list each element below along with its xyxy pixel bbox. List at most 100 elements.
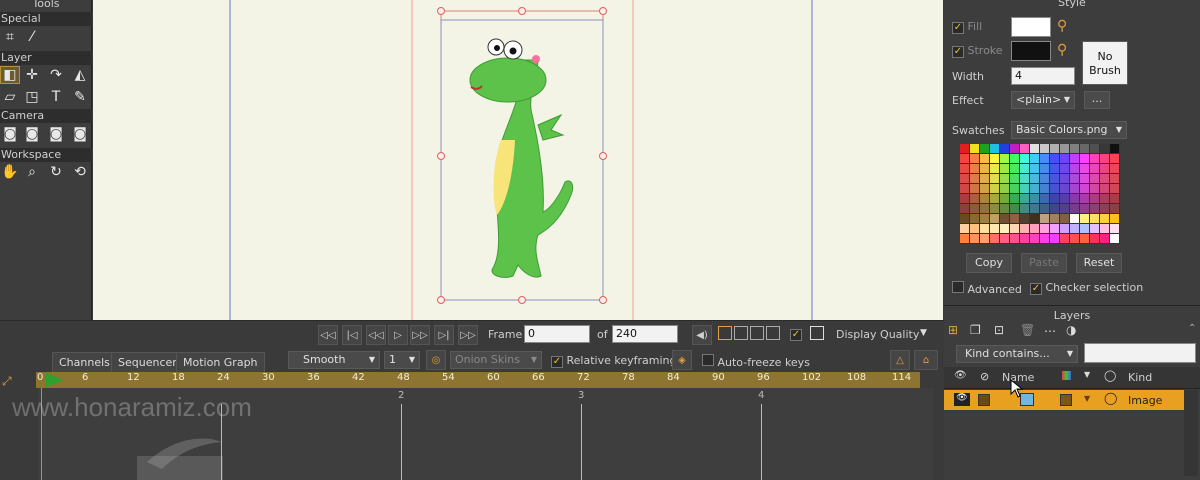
relative-keyframing-checkbox[interactable]: ✓ xyxy=(551,355,563,368)
swatch[interactable] xyxy=(1020,154,1030,164)
swatch[interactable] xyxy=(1050,164,1060,174)
swatch[interactable] xyxy=(1080,234,1090,244)
swatch[interactable] xyxy=(1010,174,1020,184)
swatch[interactable] xyxy=(970,194,980,204)
swatch[interactable] xyxy=(1020,184,1030,194)
swatch[interactable] xyxy=(1060,164,1070,174)
dragon-image[interactable] xyxy=(469,38,574,278)
transform-layer-tool-icon[interactable]: ◧ xyxy=(0,66,20,84)
swatch[interactable] xyxy=(980,234,990,244)
camera-track-icon[interactable]: ◙ xyxy=(0,125,20,143)
tab-sequencer[interactable]: Sequencer xyxy=(111,352,184,372)
swatch[interactable] xyxy=(1110,214,1120,224)
swatch[interactable] xyxy=(970,164,980,174)
swatch[interactable] xyxy=(990,184,1000,194)
swatch[interactable] xyxy=(1060,194,1070,204)
swatch[interactable] xyxy=(1090,224,1100,234)
swatch[interactable] xyxy=(1040,224,1050,234)
render-toggle-icon[interactable] xyxy=(978,394,990,406)
swatch[interactable] xyxy=(1010,204,1020,214)
swatch[interactable] xyxy=(1080,224,1090,234)
swatch[interactable] xyxy=(1110,194,1120,204)
swatch[interactable] xyxy=(1040,144,1050,154)
effect-select[interactable]: <plain> ▼ xyxy=(1011,91,1075,109)
swatch[interactable] xyxy=(1110,184,1120,194)
swatch[interactable] xyxy=(1000,224,1010,234)
swatch[interactable] xyxy=(1070,154,1080,164)
swatch[interactable] xyxy=(960,234,970,244)
duplicate-layer-icon[interactable]: ❐ xyxy=(970,323,981,337)
swatch[interactable] xyxy=(980,194,990,204)
swatch[interactable] xyxy=(1090,184,1100,194)
swatch[interactable] xyxy=(1060,214,1070,224)
swatch[interactable] xyxy=(1030,204,1040,214)
eyedropper-tool-icon[interactable]: ✎ xyxy=(70,88,90,106)
swatch[interactable] xyxy=(1110,234,1120,244)
swatch[interactable] xyxy=(1110,174,1120,184)
swatch[interactable] xyxy=(980,174,990,184)
swatch[interactable] xyxy=(1090,164,1100,174)
camera-pan-icon[interactable]: ◙ xyxy=(70,125,90,143)
swatch[interactable] xyxy=(1030,144,1040,154)
swatch[interactable] xyxy=(990,194,1000,204)
swatch[interactable] xyxy=(970,184,980,194)
swatch[interactable] xyxy=(1060,154,1070,164)
camera-zoom-icon[interactable]: ◙ xyxy=(22,125,42,143)
swatch[interactable] xyxy=(980,164,990,174)
swatch[interactable] xyxy=(1000,174,1010,184)
expand-up-icon[interactable]: △ xyxy=(890,350,910,370)
swatch[interactable] xyxy=(1100,154,1110,164)
swatch[interactable] xyxy=(1070,234,1080,244)
swatch[interactable] xyxy=(1040,154,1050,164)
swatch[interactable] xyxy=(1030,174,1040,184)
swatch[interactable] xyxy=(1090,194,1100,204)
quad-view-icon[interactable] xyxy=(766,326,780,340)
swatch[interactable] xyxy=(1080,214,1090,224)
swatch[interactable] xyxy=(1030,234,1040,244)
swatch[interactable] xyxy=(1100,224,1110,234)
swatch[interactable] xyxy=(1080,204,1090,214)
layer-row[interactable]: 👁 ▼ ◯ Image xyxy=(944,390,1184,410)
step-back-button[interactable]: ◁◁ xyxy=(366,325,386,345)
swatch[interactable] xyxy=(1070,164,1080,174)
swatch[interactable] xyxy=(1010,164,1020,174)
swatch[interactable] xyxy=(1050,144,1060,154)
swatch[interactable] xyxy=(1090,174,1100,184)
swatch[interactable] xyxy=(990,154,1000,164)
swatch[interactable] xyxy=(970,174,980,184)
first-frame-button[interactable]: |◁ xyxy=(342,325,362,345)
layer-comp-icon[interactable]: ◑ xyxy=(1066,323,1076,337)
swatch[interactable] xyxy=(1020,234,1030,244)
fill-checkbox[interactable]: ✓ xyxy=(952,21,964,34)
swatch[interactable] xyxy=(980,214,990,224)
swatch[interactable] xyxy=(1000,144,1010,154)
rotate-workspace-icon[interactable]: ↻ xyxy=(46,163,66,181)
swatch[interactable] xyxy=(1100,234,1110,244)
swatch[interactable] xyxy=(1040,164,1050,174)
swatch[interactable] xyxy=(1110,204,1120,214)
onion-skins-select[interactable]: Onion Skins ▼ xyxy=(450,351,542,369)
swatch[interactable] xyxy=(960,154,970,164)
swatch[interactable] xyxy=(970,204,980,214)
swatch[interactable] xyxy=(1040,174,1050,184)
timeline-ruler[interactable]: 0 6 12 18 24 30 36 42 48 54 60 66 72 78 84 90 96 102 108 11… xyxy=(36,372,920,388)
perspective-tool-icon[interactable]: ◳ xyxy=(22,88,42,106)
swatch[interactable] xyxy=(960,204,970,214)
swatch[interactable] xyxy=(1060,144,1070,154)
chevron-down-icon[interactable]: ▼ xyxy=(1084,394,1090,403)
swatch[interactable] xyxy=(1020,194,1030,204)
swatch[interactable] xyxy=(1050,234,1060,244)
swatch[interactable] xyxy=(970,214,980,224)
swatch[interactable] xyxy=(1100,204,1110,214)
swatch[interactable] xyxy=(1030,164,1040,174)
swatch[interactable] xyxy=(1050,204,1060,214)
swatch[interactable] xyxy=(1110,154,1120,164)
swatch[interactable] xyxy=(1090,214,1100,224)
swatch-palette[interactable] xyxy=(960,144,1126,244)
quality-checkbox[interactable]: ✓ xyxy=(790,328,802,341)
swatch[interactable] xyxy=(1030,154,1040,164)
swatch[interactable] xyxy=(980,224,990,234)
hand-icon[interactable]: ✋ xyxy=(0,163,20,181)
swatch[interactable] xyxy=(1050,224,1060,234)
swatch[interactable] xyxy=(1070,214,1080,224)
